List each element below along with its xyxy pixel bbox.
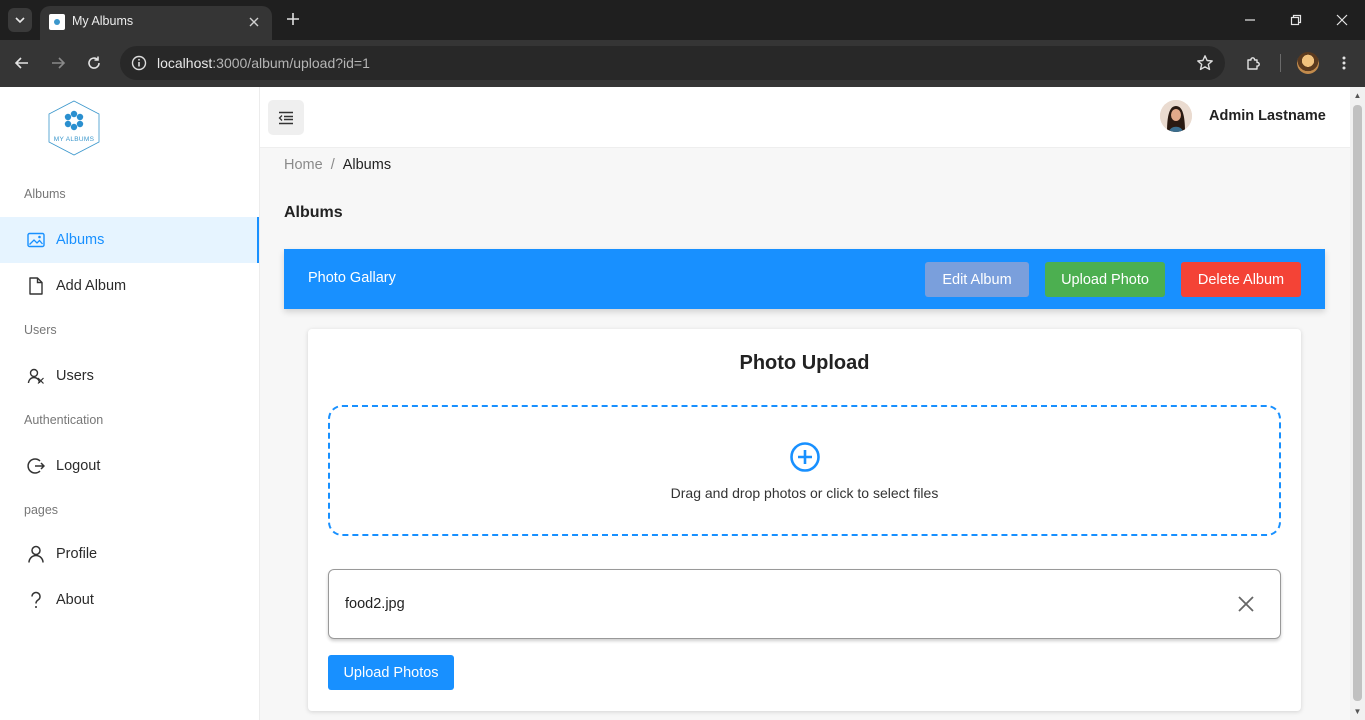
section-title-albums: Albums (24, 187, 66, 201)
restore-button[interactable] (1282, 6, 1310, 34)
section-title-authentication: Authentication (24, 413, 104, 427)
photo-upload-card: Photo Upload Drag and drop photos or cli… (308, 329, 1301, 711)
sidebar-item-label: About (56, 592, 94, 608)
sidebar-item-add-album[interactable]: Add Album (0, 263, 259, 309)
logout-icon (26, 456, 46, 476)
sidebar-item-about[interactable]: About (0, 577, 259, 623)
upload-photo-button[interactable]: Upload Photo (1045, 262, 1165, 297)
browser-menu-button[interactable] (1331, 50, 1357, 76)
section-title-pages: pages (24, 503, 59, 517)
plus-circle-icon (790, 442, 820, 472)
sidebar-item-logout[interactable]: Logout (0, 443, 259, 489)
back-button[interactable] (9, 50, 35, 76)
list-item: food2.jpg (328, 569, 1281, 639)
file-name: food2.jpg (345, 596, 405, 612)
photo-dropzone[interactable]: Drag and drop photos or click to select … (328, 405, 1281, 536)
sidebar: MY ALBUMS Albums Albums Add Album Users … (0, 87, 260, 720)
sidebar-item-label: Users (56, 368, 94, 384)
sidebar-item-profile[interactable]: Profile (0, 531, 259, 577)
sidebar-item-label: Profile (56, 546, 98, 562)
user-name[interactable]: Admin Lastname (1209, 108, 1326, 124)
dropzone-text: Drag and drop photos or click to select … (670, 485, 939, 501)
breadcrumb-current: Albums (342, 157, 392, 173)
browser-tab[interactable]: My Albums (40, 6, 272, 40)
puzzle-icon (1247, 57, 1260, 70)
tab-close-button[interactable] (244, 12, 264, 32)
close-icon[interactable] (1236, 594, 1256, 614)
profile-avatar[interactable] (1297, 52, 1319, 74)
scroll-up-arrow-icon[interactable]: ▲ (1353, 91, 1362, 100)
window-close-button[interactable] (1328, 6, 1356, 34)
minimize-icon (1245, 19, 1255, 21)
logo-text: MY ALBUMS (53, 136, 95, 143)
address-bar[interactable]: localhost:3000/album/upload?id=1 (120, 46, 1225, 80)
browser-toolbar: localhost:3000/album/upload?id=1 (0, 40, 1365, 87)
close-icon (249, 17, 259, 27)
avatar[interactable] (1160, 100, 1192, 132)
menu-toggle-button[interactable] (268, 100, 304, 135)
album-bar-title: Photo Gallary (308, 270, 396, 286)
page-title: Albums (284, 204, 343, 221)
sidebar-item-label: Albums (56, 232, 105, 248)
page-scrollbar[interactable]: ▲ ▼ (1350, 87, 1365, 720)
site-info-icon[interactable] (130, 54, 148, 72)
bookmark-star-icon[interactable] (1195, 53, 1215, 73)
url-text[interactable]: localhost:3000/album/upload?id=1 (157, 55, 370, 71)
breadcrumb-separator: / (330, 157, 335, 173)
card-title: Photo Upload (739, 352, 870, 374)
top-header: Admin Lastname (260, 87, 1350, 148)
toolbar-divider (1280, 54, 1281, 72)
scroll-down-arrow-icon[interactable]: ▼ (1353, 707, 1362, 716)
sidebar-item-label: Logout (56, 458, 101, 474)
sidebar-item-label: Add Album (56, 278, 127, 294)
url-path: :3000/album/upload?id=1 (212, 55, 370, 71)
menu-fold-icon (278, 111, 293, 124)
tab-title: My Albums (72, 14, 134, 28)
delete-album-button[interactable]: Delete Album (1181, 262, 1301, 297)
upload-photos-button[interactable]: Upload Photos (328, 655, 454, 690)
users-icon (26, 366, 46, 386)
arrow-right-icon (52, 57, 66, 69)
tab-search-button[interactable] (8, 8, 32, 32)
extensions-button[interactable] (1241, 50, 1267, 76)
reload-button[interactable] (81, 50, 107, 76)
new-tab-button[interactable] (282, 8, 304, 30)
chevron-down-icon (15, 17, 25, 24)
favicon-icon (49, 14, 65, 30)
scrollbar-thumb[interactable] (1353, 105, 1362, 701)
flower-logo-icon (48, 100, 100, 156)
album-action-bar: Photo Gallary Edit Album Upload Photo De… (284, 249, 1325, 309)
breadcrumb: Home / Albums (284, 157, 391, 173)
sidebar-item-albums[interactable]: Albums (0, 217, 259, 263)
forward-button[interactable] (45, 50, 71, 76)
user-icon (26, 544, 46, 564)
url-host: localhost (157, 55, 213, 71)
restore-icon (1290, 14, 1302, 26)
more-vertical-icon (1342, 56, 1346, 70)
breadcrumb-home[interactable]: Home (284, 157, 323, 173)
image-icon (26, 230, 46, 250)
file-icon (26, 276, 46, 296)
arrow-left-icon (14, 57, 28, 69)
browser-tab-bar: My Albums (0, 0, 1365, 40)
close-icon (1336, 14, 1348, 26)
app-logo[interactable]: MY ALBUMS (46, 99, 102, 157)
minimize-button[interactable] (1236, 6, 1264, 34)
reload-icon (88, 56, 100, 69)
section-title-users: Users (24, 323, 57, 337)
question-icon (26, 590, 46, 610)
plus-icon (287, 13, 299, 25)
sidebar-item-users[interactable]: Users (0, 353, 259, 399)
edit-album-button[interactable]: Edit Album (925, 262, 1029, 297)
